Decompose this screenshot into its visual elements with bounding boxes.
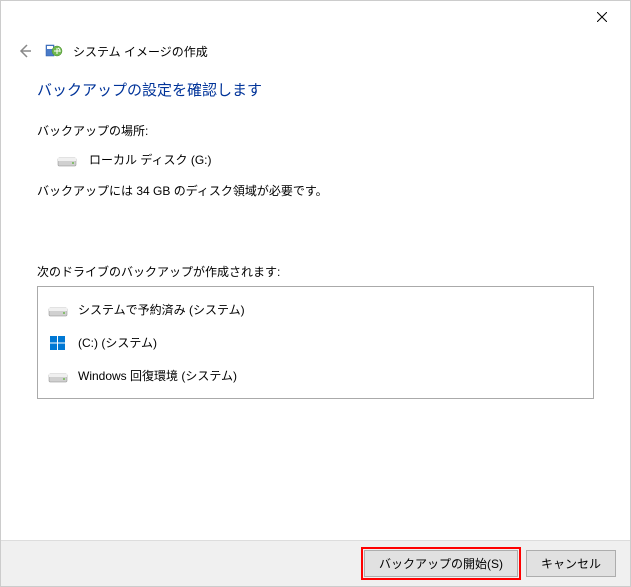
drive-row: システムで予約済み (システム) (38, 293, 593, 326)
header: システム イメージの作成 (1, 33, 630, 79)
back-button[interactable] (15, 41, 35, 61)
location-row: ローカル ディスク (G:) (37, 151, 594, 168)
content-area: バックアップの設定を確認します バックアップの場所: ローカル ディスク (G:… (1, 79, 630, 399)
location-label: バックアップの場所: (37, 122, 594, 139)
drive-label: (C:) (システム) (78, 334, 157, 351)
location-value: ローカル ディスク (G:) (89, 151, 212, 168)
drive-row: (C:) (システム) (38, 326, 593, 359)
close-icon (597, 12, 607, 22)
drives-list: システムで予約済み (システム) (C:) (システム) (37, 286, 594, 399)
start-backup-button[interactable]: バックアップの開始(S) (364, 550, 518, 577)
titlebar (1, 1, 630, 33)
window-title: システム イメージの作成 (73, 43, 208, 60)
app-icon (45, 42, 63, 60)
footer: バックアップの開始(S) キャンセル (1, 540, 630, 586)
disk-icon (48, 368, 68, 384)
drive-row: Windows 回復環境 (システム) (38, 359, 593, 392)
disk-icon (57, 152, 77, 168)
disk-icon (48, 302, 68, 318)
drive-label: システムで予約済み (システム) (78, 301, 245, 318)
size-required-text: バックアップには 34 GB のディスク領域が必要です。 (37, 182, 594, 199)
windows-logo-icon (48, 335, 68, 351)
drive-label: Windows 回復環境 (システム) (78, 367, 237, 384)
page-heading: バックアップの設定を確認します (37, 79, 594, 100)
back-arrow-icon (17, 43, 33, 59)
cancel-button[interactable]: キャンセル (526, 550, 616, 577)
close-button[interactable] (582, 5, 622, 29)
drives-label: 次のドライブのバックアップが作成されます: (37, 263, 594, 280)
